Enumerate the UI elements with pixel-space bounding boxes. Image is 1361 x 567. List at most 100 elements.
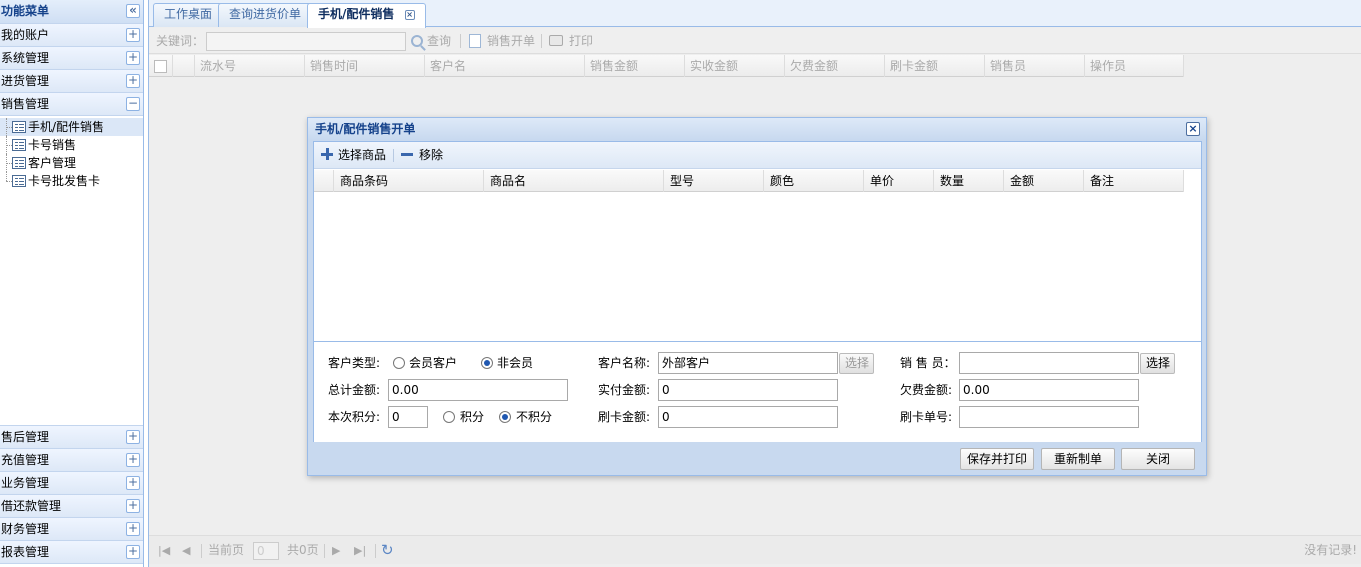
current-page-input[interactable]: 0: [253, 542, 279, 560]
tree-item-phone-accessory-sales[interactable]: 手机/配件销售: [0, 118, 143, 136]
expand-icon[interactable]: +: [126, 476, 140, 490]
prev-page-icon[interactable]: ◀: [182, 536, 190, 565]
select-all-cell: [149, 55, 173, 77]
column-header[interactable]: 备注: [1084, 170, 1184, 192]
remove-button[interactable]: 移除: [401, 142, 443, 169]
panel-recharge[interactable]: 充值管理 +: [0, 449, 143, 472]
column-header[interactable]: 型号: [664, 170, 764, 192]
tree-item-label: 手机/配件销售: [28, 120, 105, 134]
panel-label: 进货管理: [1, 74, 50, 88]
panel-purchase-management[interactable]: 进货管理 +: [0, 70, 143, 93]
select-salesperson-button[interactable]: 选择: [1140, 353, 1175, 374]
column-header[interactable]: 客户名: [425, 55, 585, 77]
expand-icon[interactable]: +: [126, 28, 140, 42]
column-header[interactable]: 商品名: [484, 170, 664, 192]
save-and-print-button[interactable]: 保存并打印: [960, 448, 1034, 470]
pagination-bar: |◀ ◀ 当前页 0 共0页 ▶ ▶| ↻ 没有记录!: [149, 535, 1361, 564]
points-input[interactable]: 0: [388, 406, 428, 428]
goods-grid-header: 商品条码 商品名 型号 颜色 单价 数量 金额 备注: [314, 170, 1184, 192]
collapse-icon[interactable]: −: [126, 97, 140, 111]
panel-loans[interactable]: 借还款管理 +: [0, 495, 143, 518]
sales-tree: 手机/配件销售 卡号销售 客户管理 卡号批发售卡: [0, 116, 143, 194]
search-button[interactable]: 查询: [411, 28, 451, 54]
document-icon: [12, 121, 26, 133]
dialog-body: 选择商品 移除 商品条码 商品名 型号 颜色 单价 数量 金额 备注 客户类型:…: [313, 141, 1202, 442]
panel-reports[interactable]: 报表管理 +: [0, 541, 143, 564]
panel-after-sales[interactable]: 售后管理 +: [0, 426, 143, 449]
expand-icon[interactable]: +: [126, 545, 140, 559]
collapse-sidebar-button[interactable]: «: [126, 4, 140, 18]
column-header[interactable]: 数量: [934, 170, 1004, 192]
points-label: 本次积分:: [328, 410, 381, 424]
last-page-icon[interactable]: ▶|: [354, 536, 366, 565]
pager-divider: [324, 544, 325, 558]
nonmember-radio[interactable]: [481, 357, 493, 369]
column-header[interactable]: 单价: [864, 170, 934, 192]
total-amount-input[interactable]: 0.00: [388, 379, 568, 401]
tree-item-customer-management[interactable]: 客户管理: [0, 154, 143, 172]
customer-name-input[interactable]: 外部客户: [658, 352, 838, 374]
column-header[interactable]: 销售员: [985, 55, 1085, 77]
first-page-icon[interactable]: |◀: [158, 536, 170, 565]
close-tab-icon[interactable]: ×: [404, 10, 415, 20]
owed-amount-input[interactable]: 0.00: [959, 379, 1139, 401]
tree-item-card-sales[interactable]: 卡号销售: [0, 136, 143, 154]
expand-icon[interactable]: +: [126, 74, 140, 88]
keyword-input[interactable]: [206, 32, 406, 51]
column-header[interactable]: 流水号: [195, 55, 305, 77]
member-radio[interactable]: [393, 357, 405, 369]
panel-sales-management[interactable]: 销售管理 −: [0, 93, 143, 116]
card-amount-input[interactable]: 0: [658, 406, 838, 428]
print-button[interactable]: 打印: [549, 28, 593, 54]
column-header[interactable]: 金额: [1004, 170, 1084, 192]
tree-item-card-wholesale[interactable]: 卡号批发售卡: [0, 172, 143, 190]
column-header[interactable]: 实收金额: [685, 55, 785, 77]
column-header[interactable]: 欠费金额: [785, 55, 885, 77]
points-radio[interactable]: [443, 411, 455, 423]
no-points-radio[interactable]: [499, 411, 511, 423]
close-dialog-button[interactable]: 关闭: [1121, 448, 1195, 470]
tree-item-label: 卡号批发售卡: [28, 174, 101, 188]
sales-order-dialog: 手机/配件销售开单 × 选择商品 移除 商品条码 商品名 型号 颜色 单价 数量…: [307, 117, 1207, 476]
expand-icon[interactable]: +: [126, 522, 140, 536]
column-header[interactable]: 销售时间: [305, 55, 425, 77]
next-page-icon[interactable]: ▶: [332, 536, 340, 565]
select-customer-button[interactable]: 选择: [839, 353, 874, 374]
expand-icon[interactable]: +: [126, 499, 140, 513]
panel-system-management[interactable]: 系统管理 +: [0, 47, 143, 70]
dialog-titlebar[interactable]: 手机/配件销售开单: [308, 118, 1206, 140]
current-page-label: 当前页: [208, 543, 245, 557]
toolbar-divider: [541, 34, 542, 48]
column-header[interactable]: 商品条码: [334, 170, 484, 192]
salesperson-label: 销 售 员：: [900, 356, 956, 370]
salesperson-input[interactable]: [959, 352, 1139, 374]
select-all-checkbox[interactable]: [154, 60, 167, 73]
panel-label: 业务管理: [1, 476, 50, 490]
tab-label: 手机/配件销售: [318, 7, 395, 21]
tab-workspace[interactable]: 工作桌面: [153, 3, 224, 27]
expand-icon[interactable]: +: [126, 453, 140, 467]
card-number-input[interactable]: [959, 406, 1139, 428]
tab-purchase-price-query[interactable]: 查询进货价单: [218, 3, 313, 27]
refresh-icon[interactable]: ↻: [381, 536, 394, 565]
panel-business[interactable]: 业务管理 +: [0, 472, 143, 495]
paid-amount-input[interactable]: 0: [658, 379, 838, 401]
column-header[interactable]: 操作员: [1085, 55, 1184, 77]
expand-icon[interactable]: +: [126, 51, 140, 65]
current-page-value: 0: [257, 544, 265, 558]
sidebar-bottom-panels: 售后管理 + 充值管理 + 业务管理 + 借还款管理 + 财务管理 + 报表管理…: [0, 425, 143, 564]
expand-icon[interactable]: +: [126, 430, 140, 444]
printer-icon: [549, 35, 563, 46]
select-goods-button[interactable]: 选择商品: [321, 142, 386, 169]
panel-finance[interactable]: 财务管理 +: [0, 518, 143, 541]
tab-phone-accessory-sales[interactable]: 手机/配件销售 ×: [307, 3, 426, 28]
column-header[interactable]: 刷卡金额: [885, 55, 985, 77]
reset-order-button[interactable]: 重新制单: [1041, 448, 1115, 470]
remove-label: 移除: [419, 148, 444, 162]
sale-open-button[interactable]: 销售开单: [469, 28, 535, 54]
sale-open-label: 销售开单: [487, 34, 536, 48]
close-dialog-icon[interactable]: ×: [1186, 122, 1200, 136]
column-header[interactable]: 销售金额: [585, 55, 685, 77]
column-header[interactable]: 颜色: [764, 170, 864, 192]
panel-my-account[interactable]: 我的账户 +: [0, 24, 143, 47]
